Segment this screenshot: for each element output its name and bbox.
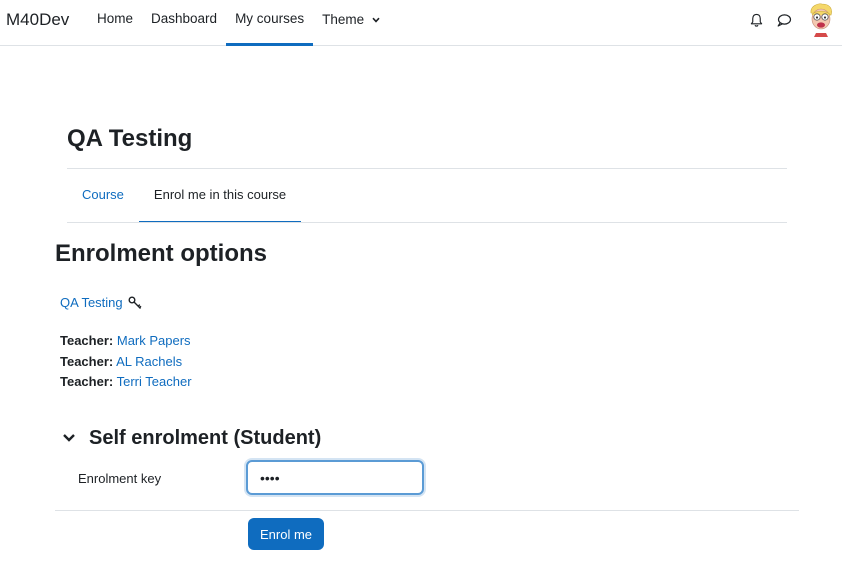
messages-chat-icon[interactable]	[770, 6, 798, 34]
user-avatar[interactable]	[806, 3, 836, 37]
course-link[interactable]: QA Testing	[60, 295, 123, 310]
site-brand[interactable]: M40Dev	[6, 10, 69, 30]
key-icon	[128, 296, 142, 310]
course-header: QA Testing	[67, 125, 787, 153]
enrolment-options-heading: Enrolment options	[55, 240, 267, 267]
tab-course[interactable]: Course	[67, 169, 139, 223]
self-enrolment-toggle[interactable]: Self enrolment (Student)	[62, 427, 321, 450]
page-title: QA Testing	[67, 125, 193, 152]
nav-theme-label: Theme	[322, 12, 365, 27]
navbar-user-area	[742, 3, 836, 37]
teacher-link[interactable]: Mark Papers	[117, 333, 191, 348]
self-enrolment-title: Self enrolment (Student)	[89, 427, 322, 449]
course-tabs: Course Enrol me in this course	[67, 169, 302, 223]
tab-enrol-me[interactable]: Enrol me in this course	[138, 169, 302, 223]
teacher-list: Teacher: Mark Papers Teacher: AL Rachels…	[60, 331, 192, 393]
top-navbar: M40Dev Home Dashboard My courses Theme	[0, 0, 842, 46]
teacher-label: Teacher:	[60, 353, 114, 369]
teacher-link[interactable]: Terri Teacher	[117, 374, 192, 389]
teacher-row: Teacher: Mark Papers	[60, 331, 192, 352]
teacher-label: Teacher:	[60, 333, 114, 348]
nav-dashboard[interactable]: Dashboard	[142, 0, 226, 46]
teacher-link[interactable]: AL Rachels	[116, 354, 182, 369]
chevron-down-icon	[372, 0, 380, 37]
teacher-row: Teacher: Terri Teacher	[60, 372, 192, 393]
enrol-me-button[interactable]: Enrol me	[248, 518, 324, 550]
enrolment-key-label: Enrolment key	[78, 471, 162, 486]
enrolment-key-input[interactable]	[246, 460, 424, 495]
teacher-row: Teacher: AL Rachels	[60, 352, 192, 373]
course-info-row: QA Testing	[60, 295, 142, 310]
notifications-bell-icon[interactable]	[742, 6, 770, 34]
tabs-divider	[67, 222, 787, 223]
teacher-label: Teacher:	[60, 374, 114, 389]
nav-home[interactable]: Home	[88, 0, 142, 46]
chevron-down-icon	[62, 430, 76, 448]
nav-theme-dropdown[interactable]: Theme	[313, 0, 389, 46]
primary-nav: Home Dashboard My courses Theme	[88, 0, 389, 46]
form-divider	[55, 510, 799, 511]
nav-my-courses[interactable]: My courses	[226, 0, 314, 46]
